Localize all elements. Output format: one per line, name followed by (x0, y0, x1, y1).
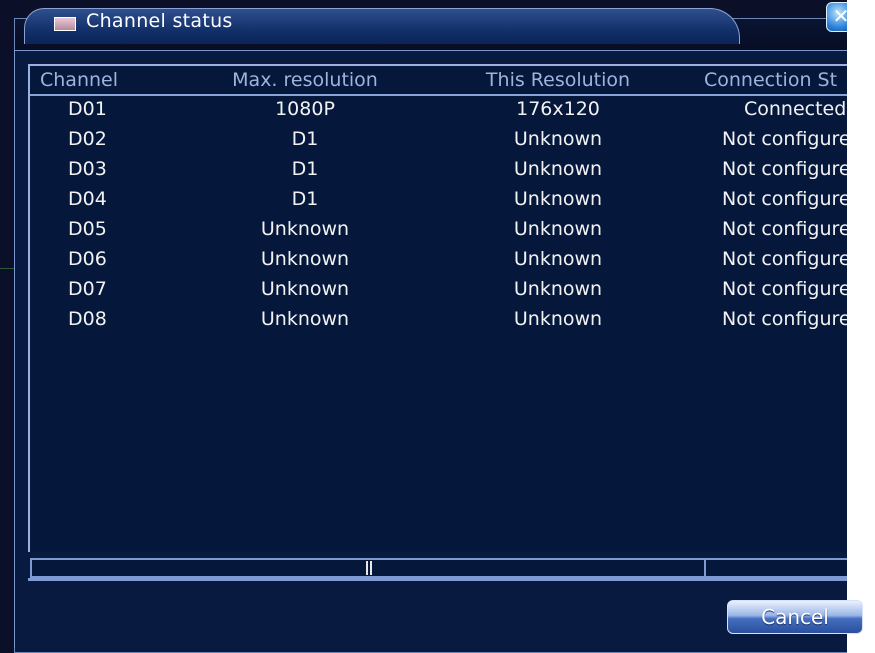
cell-this-resolution: Unknown (513, 128, 603, 150)
cell-channel: D07 (68, 278, 107, 300)
table-row[interactable]: D06 Unknown Unknown Not configure (30, 246, 875, 276)
cell-this-resolution: 176x120 (516, 98, 600, 120)
table-row[interactable]: D01 1080P 176x120 Connected (30, 96, 875, 126)
cell-this-resolution: Unknown (513, 218, 603, 240)
dialog-title: Channel status (86, 10, 233, 32)
cell-channel: D02 (68, 128, 107, 150)
cell-channel: D01 (68, 98, 107, 120)
cell-max-resolution: D1 (291, 128, 319, 150)
cell-max-resolution: Unknown (260, 218, 350, 240)
scrollbar-thumb[interactable] (32, 560, 706, 576)
cell-max-resolution: Unknown (260, 278, 350, 300)
window-icon (54, 17, 76, 31)
scrollbar-grip-icon (366, 561, 372, 575)
cell-channel: D03 (68, 158, 107, 180)
cell-max-resolution: Unknown (260, 248, 350, 270)
cell-max-resolution: Unknown (260, 308, 350, 330)
table-row[interactable]: D02 D1 Unknown Not configure (30, 126, 875, 156)
column-header-max-resolution[interactable]: Max. resolution (190, 69, 420, 91)
table-row[interactable]: D04 D1 Unknown Not configure (30, 186, 875, 216)
cell-this-resolution: Unknown (513, 158, 603, 180)
table-row[interactable]: D07 Unknown Unknown Not configure (30, 276, 875, 306)
cell-channel: D08 (68, 308, 107, 330)
cell-channel: D06 (68, 248, 107, 270)
cancel-button[interactable]: Cancel (727, 600, 863, 634)
channel-table: Channel Max. resolution This Resolution … (28, 64, 875, 552)
table-header: Channel Max. resolution This Resolution … (30, 66, 875, 96)
scrollbar-underline (28, 578, 875, 581)
screen-edge (847, 0, 875, 653)
column-header-channel[interactable]: Channel (40, 69, 118, 91)
cell-max-resolution: 1080P (275, 98, 335, 120)
cell-max-resolution: D1 (291, 158, 319, 180)
cell-channel: D04 (68, 188, 107, 210)
cell-this-resolution: Unknown (513, 308, 603, 330)
cell-this-resolution: Unknown (513, 188, 603, 210)
cell-max-resolution: D1 (291, 188, 319, 210)
cell-channel: D05 (68, 218, 107, 240)
horizontal-scrollbar[interactable] (30, 558, 875, 578)
table-row[interactable]: D08 Unknown Unknown Not configure (30, 306, 875, 336)
background-divider (0, 268, 14, 269)
column-header-this-resolution[interactable]: This Resolution (458, 69, 658, 91)
table-row[interactable]: D03 D1 Unknown Not configure (30, 156, 875, 186)
cell-this-resolution: Unknown (513, 278, 603, 300)
chevron-right-icon[interactable] (868, 430, 875, 444)
cell-this-resolution: Unknown (513, 248, 603, 270)
table-row[interactable]: D05 Unknown Unknown Not configure (30, 216, 875, 246)
